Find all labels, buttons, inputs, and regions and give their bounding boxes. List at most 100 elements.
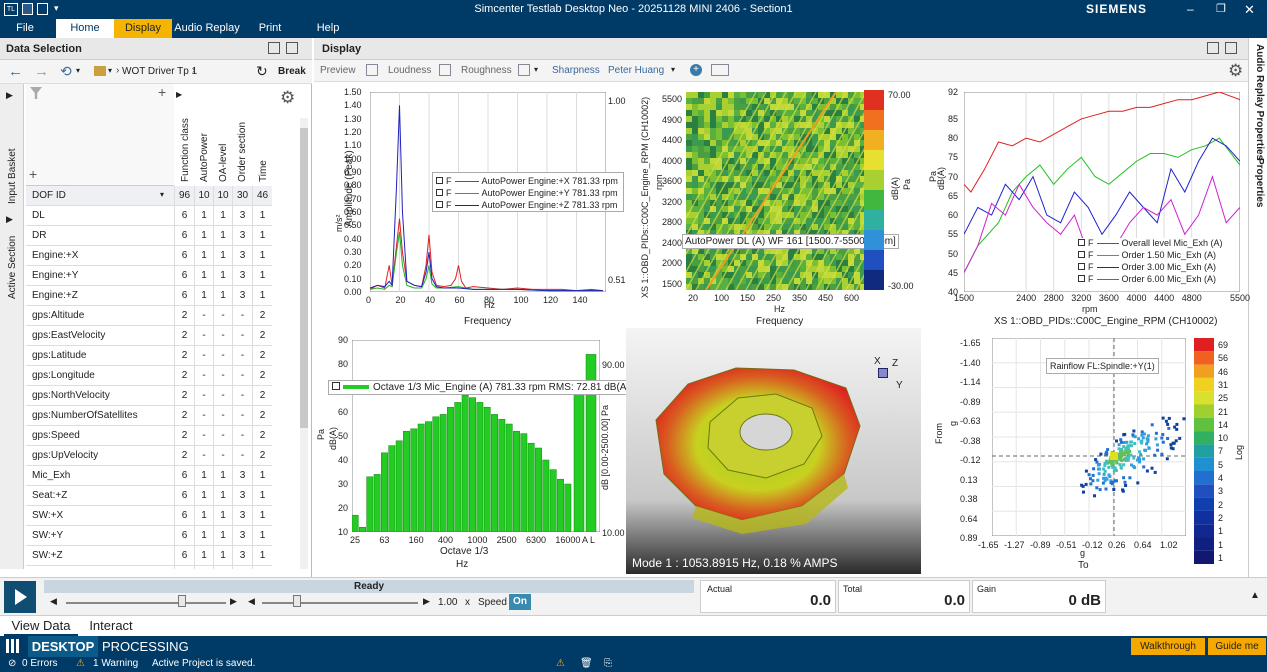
- plot4-legend-checkbox[interactable]: [332, 382, 340, 390]
- speed-slider[interactable]: [262, 602, 418, 604]
- plot5-mode-shape[interactable]: X Z Y Mode 1 : 1053.8915 Hz, 0.18 % AMPS: [626, 328, 921, 574]
- table-cell[interactable]: 6: [174, 226, 194, 246]
- speed-toggle[interactable]: On: [509, 594, 531, 610]
- menu-print[interactable]: Print: [248, 19, 292, 38]
- table-cell[interactable]: 1: [194, 546, 213, 566]
- table-cell[interactable]: 1: [252, 546, 272, 566]
- legend-checkbox[interactable]: [436, 189, 443, 196]
- table-row[interactable]: SW:+Y 6 1 1 3 1: [0, 526, 300, 546]
- folder-dropdown-icon[interactable]: ▾: [108, 66, 112, 75]
- dof-name[interactable]: gps:Latitude: [26, 346, 174, 366]
- table-cell[interactable]: 1: [252, 526, 272, 546]
- display-settings-gear-icon[interactable]: ⚙: [1228, 61, 1243, 81]
- walkthrough-button[interactable]: Walkthrough: [1131, 638, 1205, 655]
- table-cell[interactable]: 2: [252, 566, 272, 569]
- table-cell[interactable]: 2: [174, 306, 194, 326]
- table-cell[interactable]: 1: [213, 246, 232, 266]
- table-cell[interactable]: 3: [232, 546, 252, 566]
- table-cell[interactable]: 2: [174, 366, 194, 386]
- table-cell[interactable]: 1: [194, 266, 213, 286]
- table-cell[interactable]: 6: [174, 466, 194, 486]
- slider2-left-arrow-icon[interactable]: ◀: [248, 596, 255, 607]
- table-cell[interactable]: -: [194, 406, 213, 426]
- table-cell[interactable]: 2: [252, 426, 272, 446]
- tab-roughness[interactable]: Roughness: [461, 65, 512, 76]
- legend-checkbox[interactable]: [1078, 263, 1085, 270]
- table-cell[interactable]: 6: [174, 526, 194, 546]
- folder-icon[interactable]: [94, 66, 106, 76]
- col-order-section[interactable]: Order section: [237, 122, 248, 182]
- plot3-legend-item[interactable]: F Order 3.00 Mic_Exh (A): [1078, 262, 1216, 272]
- table-cell[interactable]: -: [213, 446, 232, 466]
- slider1-left-arrow-icon[interactable]: ◀: [50, 596, 57, 607]
- breadcrumb[interactable]: WOT Driver Tp 1: [122, 66, 197, 77]
- table-cell[interactable]: 1: [252, 466, 272, 486]
- plot2-canvas[interactable]: [686, 92, 864, 290]
- dof-name[interactable]: gps:Speed: [26, 426, 174, 446]
- table-cell[interactable]: 1: [213, 486, 232, 506]
- grid-scrollbar[interactable]: [300, 118, 308, 569]
- dof-name[interactable]: Seat:+Z: [26, 486, 174, 506]
- table-cell[interactable]: 2: [174, 446, 194, 466]
- dof-name[interactable]: Mic_Exh: [26, 466, 174, 486]
- plot4-legend[interactable]: Octave 1/3 Mic_Engine (A) 781.33 rpm RMS…: [328, 380, 634, 395]
- table-cell[interactable]: 1: [194, 526, 213, 546]
- dof-name[interactable]: gps:NumberOfSatellites: [26, 406, 174, 426]
- table-cell[interactable]: 6: [174, 486, 194, 506]
- table-cell[interactable]: 1: [213, 546, 232, 566]
- table-cell[interactable]: 6: [174, 506, 194, 526]
- plot1-legend-item[interactable]: F AutoPower Engine:+Y 781.33 rpm: [436, 188, 618, 198]
- table-cell[interactable]: 2: [252, 406, 272, 426]
- table-cell[interactable]: 6: [174, 286, 194, 306]
- plot3-legend[interactable]: F Overall level Mic_Exh (A) F Order 1.50 Mi…: [1078, 238, 1234, 290]
- speed-slider-thumb[interactable]: [293, 595, 301, 607]
- dof-name[interactable]: gps:Altitude: [26, 306, 174, 326]
- plot4-octave[interactable]: Pa dB(A) 908070605040302010 256316040010…: [314, 330, 634, 576]
- table-cell[interactable]: 2: [174, 326, 194, 346]
- table-cell[interactable]: -: [194, 446, 213, 466]
- table-row[interactable]: gps:EastVelocity 2- - -2: [0, 326, 300, 346]
- add-column-icon[interactable]: +: [158, 84, 166, 100]
- table-cell[interactable]: 3: [232, 526, 252, 546]
- table-cell[interactable]: -: [213, 406, 232, 426]
- table-cell[interactable]: 2: [252, 366, 272, 386]
- history-dropdown-icon[interactable]: ▾: [76, 66, 80, 75]
- table-row[interactable]: gps:NumberOfSatellites 2- - -2: [0, 406, 300, 426]
- tab-user[interactable]: Peter Huang: [608, 65, 664, 76]
- col-oa-level[interactable]: OA-level: [218, 144, 229, 182]
- table-cell[interactable]: 2: [174, 386, 194, 406]
- dof-name[interactable]: gps:Longitude: [26, 366, 174, 386]
- copy-icon[interactable]: ⎘: [604, 658, 612, 669]
- position-slider-thumb[interactable]: [178, 595, 186, 607]
- table-cell[interactable]: 2: [252, 326, 272, 346]
- user-dropdown-icon[interactable]: ▾: [671, 65, 675, 74]
- restore-icon[interactable]: ❐: [1216, 0, 1226, 19]
- position-slider[interactable]: [66, 602, 226, 604]
- legend-checkbox[interactable]: [436, 201, 443, 208]
- table-cell[interactable]: 1: [252, 226, 272, 246]
- menu-help[interactable]: Help: [310, 19, 346, 38]
- breadcrumb-chevron-icon[interactable]: ›: [192, 65, 195, 76]
- table-cell[interactable]: 1: [213, 286, 232, 306]
- table-cell[interactable]: 2: [252, 346, 272, 366]
- minimize-icon[interactable]: ‒: [1187, 0, 1194, 19]
- table-cell[interactable]: 3: [232, 466, 252, 486]
- dof-name[interactable]: Engine:+Y: [26, 266, 174, 286]
- table-cell[interactable]: 1: [194, 206, 213, 226]
- table-cell[interactable]: 1: [252, 206, 272, 226]
- dof-name[interactable]: XS 1::OBD_PIDs::C00C_Engine: [26, 566, 174, 569]
- table-cell[interactable]: 3: [232, 506, 252, 526]
- dof-name[interactable]: SW:+X: [26, 506, 174, 526]
- table-cell[interactable]: 1: [252, 506, 272, 526]
- table-row[interactable]: gps:NorthVelocity 2- - -2: [0, 386, 300, 406]
- table-row[interactable]: Seat:+Z 6 1 1 3 1: [0, 486, 300, 506]
- table-cell[interactable]: 3: [232, 286, 252, 306]
- table-cell[interactable]: 1: [213, 506, 232, 526]
- menu-display[interactable]: Display: [114, 19, 172, 38]
- status-warning-icon[interactable]: ⚠: [556, 658, 565, 669]
- menu-file[interactable]: File: [0, 19, 50, 38]
- back-arrow-icon[interactable]: ←: [8, 63, 23, 80]
- dof-name[interactable]: DR: [26, 226, 174, 246]
- table-row[interactable]: XS 1::OBD_PIDs::C00C_Engine2---2: [0, 566, 300, 569]
- speed-value[interactable]: 1.00: [438, 597, 457, 608]
